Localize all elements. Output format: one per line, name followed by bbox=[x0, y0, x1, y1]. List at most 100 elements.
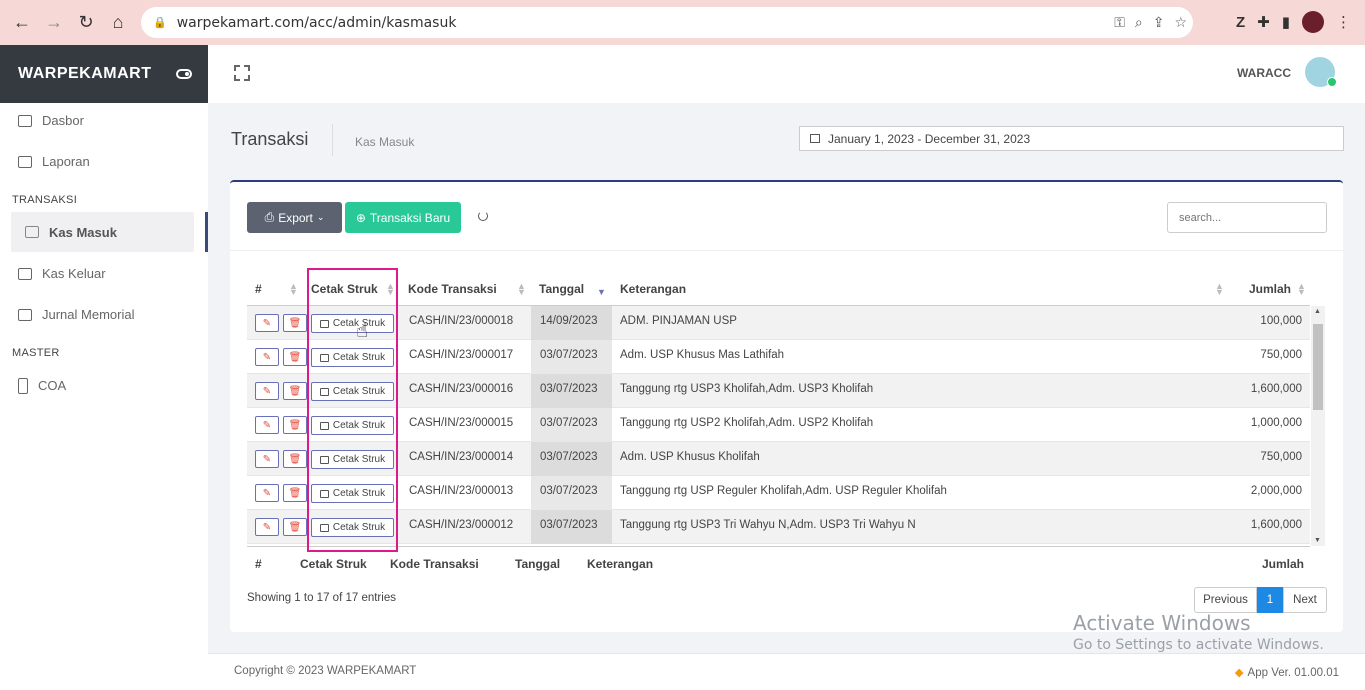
windows-activation-watermark: Activate Windows Go to Settings to activ… bbox=[1073, 611, 1324, 653]
sort-icon[interactable]: ▲ ▼ bbox=[1297, 282, 1306, 297]
cell-kode: CASH/IN/23/000015 bbox=[409, 417, 514, 429]
previous-page-button[interactable]: Previous bbox=[1194, 587, 1257, 613]
cell-tanggal: 03/07/2023 bbox=[540, 485, 598, 497]
delete-button[interactable]: 🗑 bbox=[283, 518, 307, 536]
active-indicator bbox=[205, 212, 208, 252]
date-range-picker[interactable]: January 1, 2023 - December 31, 2023 bbox=[799, 126, 1344, 151]
home-icon[interactable]: ⌂ bbox=[103, 7, 133, 37]
edit-button[interactable]: ✎ bbox=[255, 314, 279, 332]
cell-tanggal: 03/07/2023 bbox=[540, 451, 598, 463]
brand-name[interactable]: WARPEKAMART bbox=[18, 65, 152, 83]
edit-button[interactable]: ✎ bbox=[255, 518, 279, 536]
col-header-kode[interactable]: Kode Transaksi bbox=[408, 282, 497, 296]
col-header-jumlah[interactable]: Jumlah bbox=[1249, 282, 1291, 296]
col-header-num[interactable]: # bbox=[255, 282, 262, 296]
edit-icon: ✎ bbox=[262, 385, 272, 397]
search-input[interactable] bbox=[1167, 202, 1327, 233]
next-page-button[interactable]: Next bbox=[1283, 587, 1327, 613]
delete-button[interactable]: 🗑 bbox=[283, 348, 307, 366]
col-header-tanggal[interactable]: Tanggal bbox=[539, 282, 584, 296]
sidebar-item-jurnal-memorial[interactable]: Jurnal Memorial bbox=[0, 294, 208, 335]
bookmark-star-icon[interactable]: ☆ bbox=[1174, 14, 1187, 31]
address-bar[interactable]: 🔒 warpekamart.com/acc/admin/kasmasuk ⚿ ⌕… bbox=[141, 7, 1193, 38]
edit-button[interactable]: ✎ bbox=[255, 484, 279, 502]
share-icon[interactable]: ⇪ bbox=[1153, 14, 1165, 31]
cell-jumlah: 1,600,000 bbox=[1250, 519, 1302, 531]
sidebar-item-label: Kas Masuk bbox=[49, 224, 117, 240]
delete-button[interactable]: 🗑 bbox=[283, 314, 307, 332]
foot-header-keterangan: Keterangan bbox=[587, 557, 654, 571]
zoom-icon[interactable]: ⌕ bbox=[1135, 14, 1143, 31]
url-text: warpekamart.com/acc/admin/kasmasuk bbox=[176, 14, 457, 31]
cell-tanggal: 03/07/2023 bbox=[540, 417, 598, 429]
user-avatar[interactable] bbox=[1305, 57, 1337, 87]
page-title: Transaksi bbox=[231, 129, 309, 149]
sidebar-item-label: Laporan bbox=[42, 154, 90, 169]
kebab-menu-icon[interactable]: ⋮ bbox=[1336, 13, 1351, 31]
extension-z-icon[interactable]: Z bbox=[1236, 14, 1245, 31]
export-button[interactable]: ⎙ Export ⌄ bbox=[247, 202, 342, 233]
scroll-up-icon[interactable]: ▲ bbox=[1314, 308, 1321, 315]
sidebar-item-label: COA bbox=[38, 378, 67, 393]
delete-button[interactable]: 🗑 bbox=[283, 450, 307, 468]
browser-toolbar: ← → ↻ ⌂ 🔒 warpekamart.com/acc/admin/kasm… bbox=[0, 0, 1365, 45]
trash-icon: 🗑 bbox=[288, 385, 302, 397]
sidepanel-icon[interactable]: ▮ bbox=[1282, 13, 1290, 31]
delete-button[interactable]: 🗑 bbox=[283, 416, 307, 434]
scroll-thumb[interactable] bbox=[1313, 324, 1323, 410]
foot-header-tanggal: Tanggal bbox=[515, 557, 561, 571]
profile-avatar[interactable] bbox=[1302, 11, 1324, 33]
sort-icon[interactable]: ▲ ▼ bbox=[289, 282, 298, 297]
scroll-down-icon[interactable]: ▼ bbox=[1314, 537, 1321, 544]
reload-icon[interactable]: ↻ bbox=[71, 7, 101, 37]
chevron-down-icon: ⌄ bbox=[316, 212, 325, 222]
foot-header-jumlah: Jumlah bbox=[1262, 557, 1305, 571]
title-divider bbox=[332, 124, 333, 156]
trash-icon: 🗑 bbox=[288, 419, 302, 431]
back-icon[interactable]: ← bbox=[7, 7, 37, 37]
cell-keterangan: Adm. USP Khusus Kholifah bbox=[620, 451, 760, 463]
sidebar-item-laporan[interactable]: Laporan bbox=[0, 141, 208, 182]
calendar-icon bbox=[810, 134, 820, 143]
edit-icon: ✎ bbox=[262, 351, 272, 363]
toggle-icon[interactable] bbox=[176, 69, 192, 79]
bank-icon bbox=[25, 226, 39, 238]
app-version: ◆ App Ver. 01.00.01 bbox=[1235, 665, 1339, 679]
forward-icon[interactable]: → bbox=[39, 7, 69, 37]
edit-icon: ✎ bbox=[262, 419, 272, 431]
breadcrumb: Kas Masuk bbox=[355, 135, 415, 149]
sort-desc-icon[interactable]: ▼ bbox=[597, 283, 606, 297]
top-header: WARACC bbox=[208, 45, 1365, 103]
key-icon[interactable]: ⚿ bbox=[1114, 14, 1125, 31]
col-header-keterangan[interactable]: Keterangan bbox=[620, 282, 686, 296]
sidebar-item-coa[interactable]: COA bbox=[0, 365, 208, 406]
foot-header-kode: Kode Transaksi bbox=[390, 557, 479, 571]
edit-button[interactable]: ✎ bbox=[255, 450, 279, 468]
delete-button[interactable]: 🗑 bbox=[283, 484, 307, 502]
puzzle-icon[interactable]: ✚ bbox=[1257, 13, 1270, 31]
sidebar-item-kas-masuk[interactable]: Kas Masuk bbox=[11, 212, 194, 252]
layers-icon: ◆ bbox=[1234, 667, 1244, 679]
fullscreen-icon[interactable] bbox=[234, 65, 250, 81]
table-row: ✎ 🗑 Cetak Struk CASH/IN/23/000018 14/09/2023… bbox=[247, 306, 1310, 340]
delete-button[interactable]: 🗑 bbox=[283, 382, 307, 400]
edit-button[interactable]: ✎ bbox=[255, 416, 279, 434]
sidebar-item-kas-keluar[interactable]: Kas Keluar bbox=[0, 253, 208, 294]
user-name[interactable]: WARACC bbox=[1237, 66, 1291, 80]
annotation-highlight-box bbox=[307, 268, 398, 552]
page-1-button[interactable]: 1 bbox=[1257, 587, 1283, 613]
edit-button[interactable]: ✎ bbox=[255, 382, 279, 400]
sort-icon[interactable]: ▲ ▼ bbox=[1215, 282, 1224, 297]
refresh-icon[interactable] bbox=[478, 211, 488, 221]
section-master: MASTER bbox=[12, 347, 60, 359]
new-transaction-button[interactable]: ⊕ Transaksi Baru bbox=[345, 202, 461, 233]
sidebar: WARPEKAMART Dasbor Laporan TRANSAKSI Kas… bbox=[0, 45, 208, 690]
edit-icon: ✎ bbox=[262, 487, 272, 499]
sidebar-item-dasbor[interactable]: Dasbor bbox=[0, 100, 208, 141]
table-scrollbar[interactable]: ▲ ▼ bbox=[1311, 306, 1325, 546]
cell-keterangan: Tanggung rtg USP3 Kholifah,Adm. USP3 Kho… bbox=[620, 383, 874, 395]
edit-button[interactable]: ✎ bbox=[255, 348, 279, 366]
app-version-text: App Ver. 01.00.01 bbox=[1247, 667, 1339, 679]
sort-icon[interactable]: ▲ ▼ bbox=[517, 282, 526, 297]
lock-icon: 🔒 bbox=[153, 17, 167, 29]
